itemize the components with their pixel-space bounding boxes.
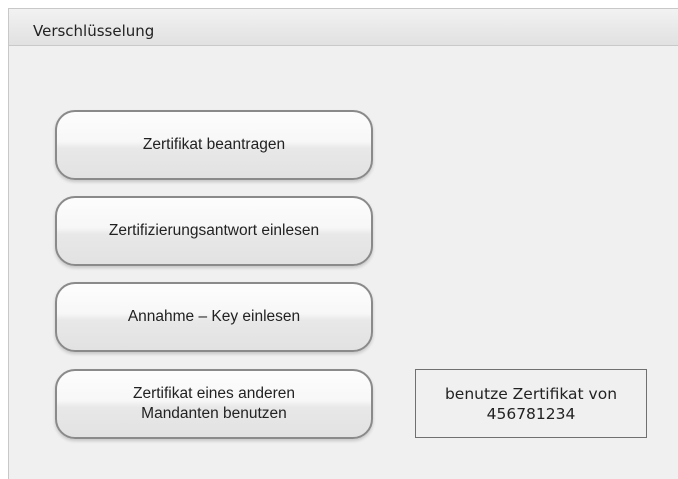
certificate-in-use-label: benutze Zertifikat von 456781234: [415, 369, 647, 438]
read-certification-response-button[interactable]: Zertifizierungsantwort einlesen: [55, 196, 373, 266]
panel-title: Verschlüsselung: [33, 22, 155, 40]
read-acceptance-key-button[interactable]: Annahme – Key einlesen: [55, 282, 373, 352]
panel-header: Verschlüsselung: [9, 9, 678, 46]
encryption-panel: Verschlüsselung Zertifikat beantragen Ze…: [8, 8, 678, 479]
request-certificate-button[interactable]: Zertifikat beantragen: [55, 110, 373, 180]
use-other-client-certificate-button[interactable]: Zertifikat eines anderen Mandanten benut…: [55, 369, 373, 439]
